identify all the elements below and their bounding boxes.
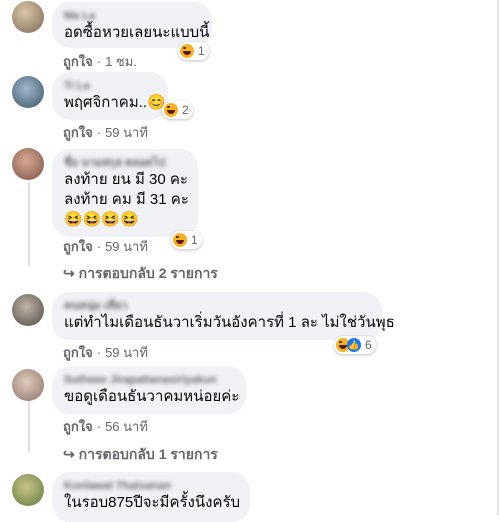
comment-text: พฤศจิกาคม..😊 — [64, 94, 166, 111]
comment-text: ในรอบ875ปีจะมีครั้งนึงครับ — [64, 494, 241, 511]
comment-meta: ถูกใจ · 1 ชม. — [63, 54, 137, 70]
comment-author[interactable]: คนหนุ่ม เที่ยว — [64, 299, 370, 313]
comment-text: ลงท้าย ยน มี 30 คะ — [64, 171, 188, 188]
reaction-count: 1 — [191, 233, 198, 247]
separator: · — [96, 125, 102, 140]
comment-text: อดซื้อหวยเลยนะแบบนี้ — [64, 24, 210, 41]
like-button[interactable]: ถูกใจ — [63, 345, 93, 360]
timestamp[interactable]: 59 นาที — [105, 239, 148, 254]
reaction-count: 6 — [365, 338, 372, 352]
thread-line — [28, 182, 30, 266]
timestamp[interactable]: 56 นาที — [105, 419, 148, 434]
comment-bubble: ชื่อ นามสกุล ตลอดไป ลงท้าย ยน มี 30 คะ ล… — [52, 149, 198, 237]
avatar[interactable] — [12, 294, 44, 326]
separator: · — [96, 345, 102, 360]
reaction-summary[interactable]: 1 — [171, 231, 202, 249]
thread-line — [28, 400, 30, 452]
like-icon: 👍 — [347, 338, 361, 352]
comment-emoji-line: 😆😆😆😆 — [64, 211, 139, 228]
separator: · — [96, 54, 102, 69]
replies-count: การตอบกลับ 1 รายการ — [78, 446, 218, 462]
comment-author[interactable]: Ti La — [64, 79, 156, 93]
separator: · — [96, 419, 102, 434]
timestamp[interactable]: 59 นาที — [105, 345, 148, 360]
comment-text: ขอดูเดือนธันวาคมหน่อยค่ะ — [64, 388, 240, 405]
comment-meta: ถูกใจ · 59 นาที — [63, 239, 148, 255]
haha-icon — [164, 103, 178, 117]
reaction-summary[interactable]: 👍 6 — [334, 336, 376, 354]
reply-arrow-icon: ↪ — [63, 265, 75, 281]
replies-count: การตอบกลับ 2 รายการ — [78, 265, 218, 281]
reaction-summary[interactable]: 1 — [178, 42, 209, 60]
timestamp[interactable]: 59 นาที — [105, 125, 148, 140]
view-replies-link[interactable]: ↪ การตอบกลับ 1 รายการ — [63, 444, 218, 466]
like-button[interactable]: ถูกใจ — [63, 419, 93, 434]
haha-icon — [173, 233, 187, 247]
comment-bubble: คนหนุ่ม เที่ยว แต่ทำไมเดือนธันวาเริ่มวัน… — [52, 292, 395, 340]
comment-author[interactable]: Ma La — [64, 9, 200, 23]
haha-icon — [180, 44, 194, 58]
comment-text: ลงท้าย คม มี 31 คะ — [64, 191, 189, 208]
comment-meta: ถูกใจ · 56 นาที — [63, 419, 148, 435]
comment-meta: ถูกใจ · 59 นาที — [63, 345, 148, 361]
comment-bubble: Sutheee Jirapattanasiriyakun ขอดูเดือนธั… — [52, 366, 246, 414]
reaction-count: 1 — [198, 44, 205, 58]
avatar[interactable] — [12, 1, 44, 33]
timestamp[interactable]: 1 ชม. — [105, 54, 137, 69]
view-replies-link[interactable]: ↪ การตอบกลับ 2 รายการ — [63, 263, 218, 285]
avatar[interactable] — [12, 148, 44, 180]
like-button[interactable]: ถูกใจ — [63, 125, 93, 140]
avatar[interactable] — [12, 369, 44, 401]
avatar[interactable] — [12, 76, 44, 108]
comment-author[interactable]: Sutheee Jirapattanasiriyakun — [64, 373, 234, 387]
like-button[interactable]: ถูกใจ — [63, 239, 93, 254]
reaction-summary[interactable]: 2 — [162, 101, 193, 119]
comment-meta: ถูกใจ · 59 นาที — [63, 125, 148, 141]
avatar[interactable] — [12, 474, 44, 506]
comment-author[interactable]: Konlawat Thatsanan — [64, 479, 238, 493]
reply-arrow-icon: ↪ — [63, 446, 75, 462]
separator: · — [96, 239, 102, 254]
comment-text: แต่ทำไมเดือนธันวาเริ่มวันอังคารที่ 1 ละ … — [64, 314, 395, 331]
like-button[interactable]: ถูกใจ — [63, 54, 93, 69]
reaction-count: 2 — [182, 103, 189, 117]
comment-bubble: Ti La พฤศจิกาคม..😊 — [52, 72, 168, 120]
comment-author[interactable]: ชื่อ นามสกุล ตลอดไป — [64, 156, 186, 170]
